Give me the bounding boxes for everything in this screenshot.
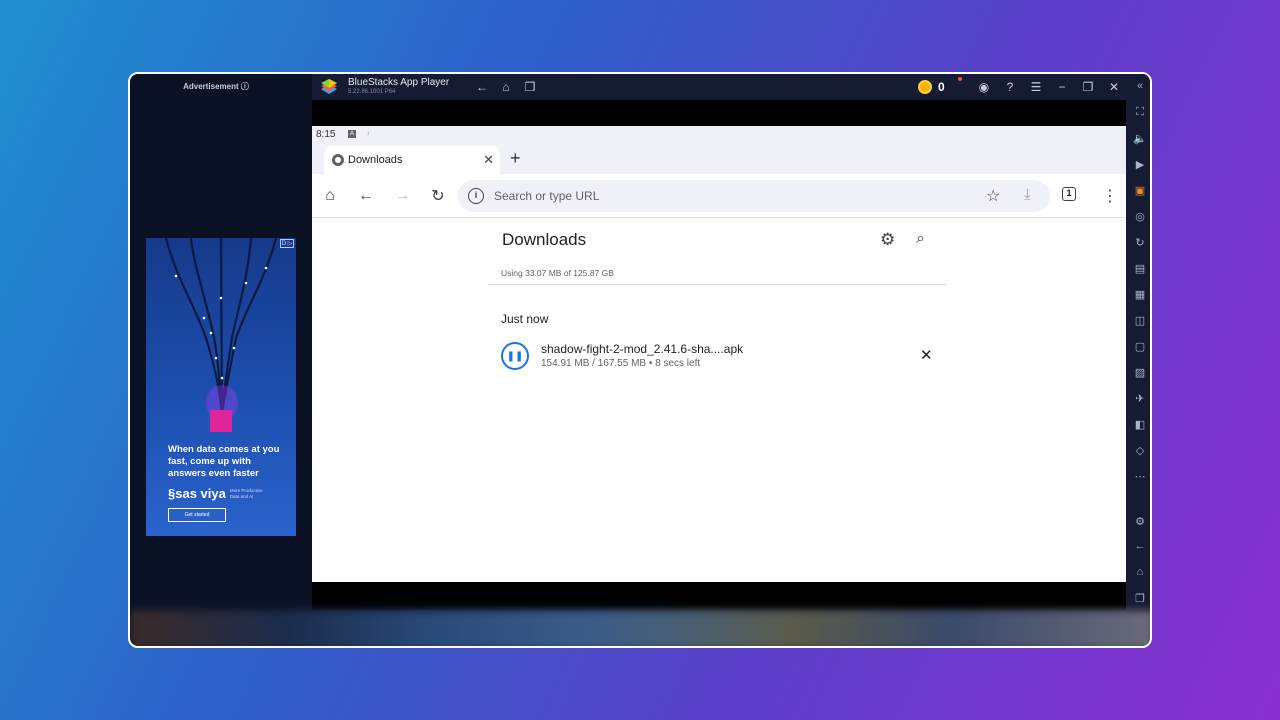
page-title: Downloads: [502, 230, 587, 249]
overflow-menu-icon[interactable]: ⋮: [1102, 186, 1118, 206]
download-icon[interactable]: ⤓: [1024, 186, 1031, 203]
bluestacks-logo-icon: [321, 79, 337, 94]
eraser-icon[interactable]: ◇: [1133, 443, 1147, 457]
instance-manager-icon[interactable]: ▤: [1133, 261, 1147, 275]
browser-toolbar: ⌂ ← → ↻ i Search or type URL ☆ ⤓ 1 ⋮: [312, 174, 1126, 218]
blurred-taskbar: [130, 610, 1150, 646]
status-time: 8:15: [316, 129, 336, 140]
settings-gear-icon[interactable]: ⚙: [880, 230, 895, 250]
chrome-favicon-icon: [332, 154, 344, 166]
collapse-sidebar-icon[interactable]: «: [1133, 79, 1147, 93]
divider: [488, 284, 946, 285]
ad-brand-logo: §sas viya More Productive Data and AI: [168, 486, 270, 501]
new-tab-icon[interactable]: +: [510, 148, 521, 169]
screenshot-icon[interactable]: ◫: [1133, 313, 1147, 327]
omnibox[interactable]: i Search or type URL ☆ ⤓: [458, 180, 1050, 212]
screen-letterbox-bottom: [312, 582, 1126, 610]
ad-headline: When data comes at you fast, come up wit…: [168, 444, 280, 479]
home-icon[interactable]: ⌂: [320, 186, 340, 206]
pause-icon[interactable]: ❚❚: [501, 342, 529, 370]
ad-cables-illustration: [164, 238, 278, 432]
volume-icon[interactable]: 🔈: [1133, 131, 1147, 145]
download-progress-text: 154.91 MB / 167.55 MB • 8 secs left: [541, 358, 701, 369]
coins-counter[interactable]: 0: [918, 77, 962, 97]
ad-brand-name: §sas viya: [168, 486, 226, 501]
tv-icon[interactable]: ▣: [1133, 183, 1147, 197]
tab-downloads[interactable]: Downloads ✕: [324, 146, 500, 174]
search-icon[interactable]: ⌕: [916, 230, 925, 248]
ad-column: Advertisement ⓘ D ▷ When data comes at y…: [130, 74, 312, 610]
url-input[interactable]: Search or type URL: [494, 189, 599, 203]
ad-brand-tagline: More Productive Data and AI: [229, 487, 263, 499]
home-icon[interactable]: ⌂: [498, 79, 514, 95]
minimize-icon[interactable]: −: [1054, 79, 1070, 95]
tab-title: Downloads: [348, 154, 403, 166]
rotate-icon[interactable]: ↻: [1133, 235, 1147, 249]
more-icon[interactable]: ⋯: [1133, 469, 1147, 483]
forward-icon[interactable]: →: [392, 186, 412, 206]
airplane-icon[interactable]: ✈: [1133, 391, 1147, 405]
android-home-icon[interactable]: ⌂: [1133, 565, 1147, 579]
ad-choices-badge[interactable]: D ▷: [280, 239, 294, 248]
android-recents-icon[interactable]: ❐: [1133, 591, 1147, 605]
app-version: 5.22.86.1001 P64: [348, 89, 396, 95]
apk-install-icon[interactable]: ▦: [1133, 287, 1147, 301]
ad-cta-button[interactable]: Get started: [168, 508, 226, 522]
fullscreen-icon[interactable]: ⛶: [1133, 105, 1147, 119]
coin-icon: [918, 80, 932, 94]
coin-count: 0: [938, 80, 945, 94]
notification-dot: [958, 77, 962, 81]
status-bar: 8:15 A ↓: [312, 126, 1126, 144]
notification-icon: A: [348, 130, 356, 138]
settings-icon[interactable]: ⚙: [1133, 514, 1147, 528]
section-header: Just now: [501, 312, 549, 326]
tab-switcher-button[interactable]: 1: [1062, 187, 1076, 201]
cancel-download-icon[interactable]: ✕: [920, 346, 933, 364]
bluestacks-window: Advertisement ⓘ D ▷ When data comes at y…: [128, 72, 1152, 648]
tab-strip: Downloads ✕ +: [312, 144, 1126, 174]
media-icon[interactable]: ▶: [1133, 157, 1147, 171]
side-toolbar: « ⛶ 🔈 ▶ ▣ ◎ ↻ ▤ ▦ ◫ ▢ ▨ ✈ ◧ ◇ ⋯ ⚙ ← ⌂ ❐: [1126, 74, 1150, 610]
gallery-icon[interactable]: ▨: [1133, 365, 1147, 379]
back-icon[interactable]: ←: [356, 186, 376, 206]
tab-close-icon[interactable]: ✕: [483, 152, 494, 168]
multi-window-icon[interactable]: ◧: [1133, 417, 1147, 431]
reload-icon[interactable]: ↻: [428, 186, 448, 206]
screen-letterbox-top: [312, 100, 1126, 126]
ad-banner[interactable]: D ▷ When data comes at you fast, come up…: [146, 238, 296, 536]
download-item[interactable]: ❚❚ shadow-fight-2-mod_2.41.6-sha....apk …: [488, 338, 948, 378]
download-status-icon: ↓: [366, 131, 370, 137]
back-arrow-icon[interactable]: ←: [474, 79, 490, 95]
close-icon[interactable]: ✕: [1106, 79, 1122, 95]
download-filename[interactable]: shadow-fight-2-mod_2.41.6-sha....apk: [541, 342, 743, 356]
storage-usage: Using 33.07 MB of 125.87 GB: [501, 268, 614, 278]
help-icon[interactable]: ?: [1002, 79, 1018, 95]
bookmark-star-icon[interactable]: ☆: [986, 186, 1000, 206]
title-bar: BlueStacks App Player 5.22.86.1001 P64 ←…: [312, 74, 1150, 100]
android-screen: 8:15 A ↓ Downloads ✕ + ⌂ ← → ↻ i Search …: [312, 126, 1126, 582]
android-back-icon[interactable]: ←: [1133, 539, 1147, 553]
recent-apps-icon[interactable]: ❐: [522, 79, 538, 95]
site-info-icon[interactable]: i: [468, 188, 484, 204]
account-icon[interactable]: ◉: [976, 79, 992, 95]
menu-icon[interactable]: ☰: [1028, 79, 1044, 95]
record-icon[interactable]: ◎: [1133, 209, 1147, 223]
app-title: BlueStacks App Player: [348, 77, 450, 88]
ad-label: Advertisement ⓘ: [183, 82, 249, 91]
screen-capture-icon[interactable]: ▢: [1133, 339, 1147, 353]
restore-icon[interactable]: ❐: [1080, 79, 1096, 95]
